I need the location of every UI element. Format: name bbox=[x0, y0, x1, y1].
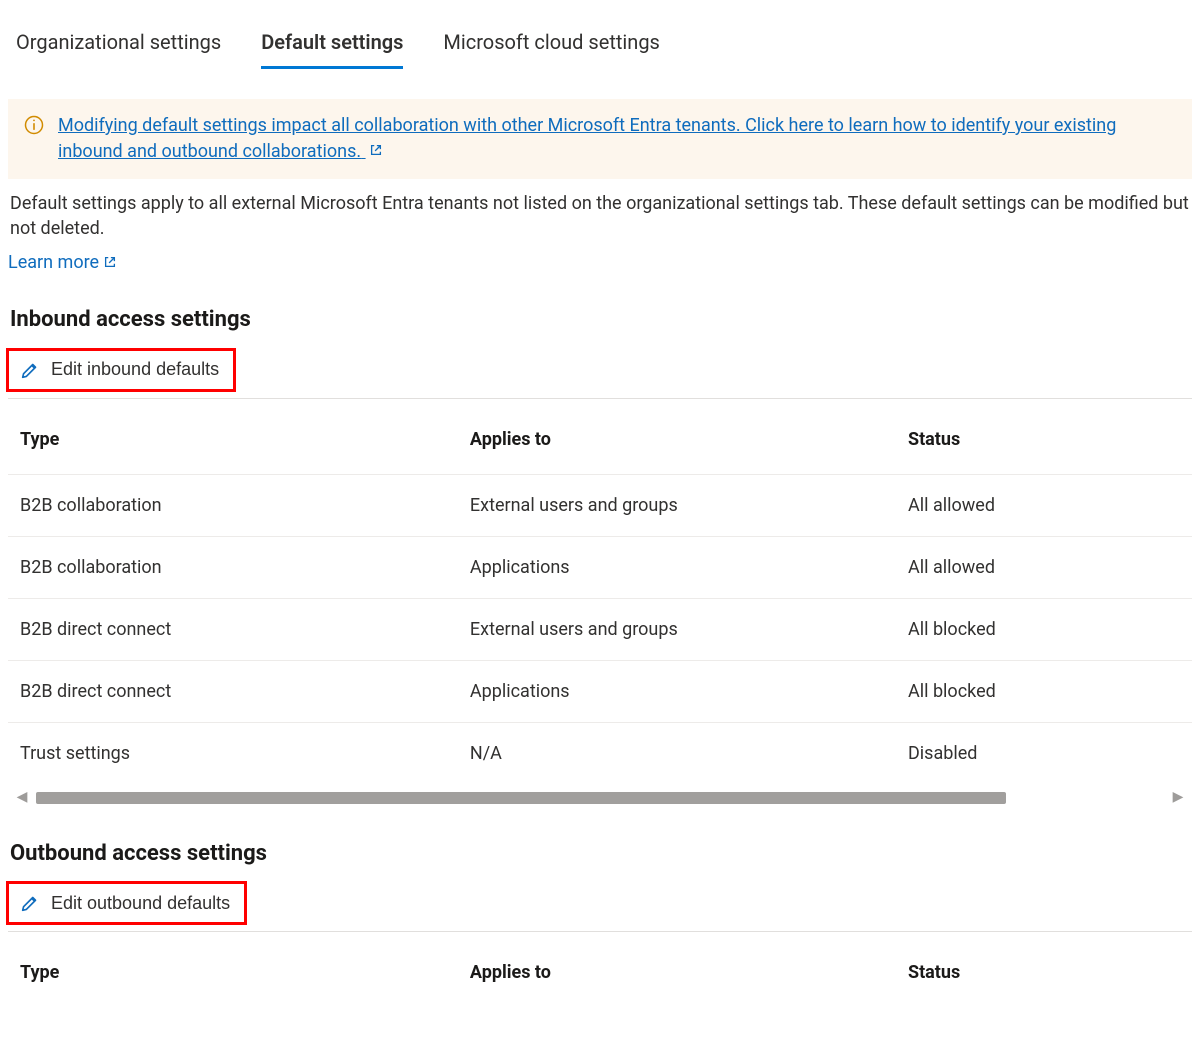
column-header-applies-to[interactable]: Applies to bbox=[458, 938, 896, 1007]
scrollbar-track[interactable] bbox=[36, 792, 1164, 804]
table-row: B2B collaboration Applications All allow… bbox=[8, 536, 1192, 598]
tab-organizational-settings[interactable]: Organizational settings bbox=[16, 24, 221, 69]
edit-inbound-defaults-button[interactable]: Edit inbound defaults bbox=[6, 348, 236, 392]
horizontal-scrollbar[interactable]: ◀ ▶ bbox=[14, 787, 1186, 809]
table-row: B2B direct connect Applications All bloc… bbox=[8, 661, 1192, 723]
cell-status: All blocked bbox=[896, 599, 1192, 661]
edit-outbound-defaults-label: Edit outbound defaults bbox=[51, 893, 230, 914]
scrollbar-thumb[interactable] bbox=[36, 792, 1006, 804]
learn-more-text: Learn more bbox=[8, 250, 99, 275]
cell-type: B2B direct connect bbox=[8, 661, 458, 723]
cell-status: Disabled bbox=[896, 723, 1192, 785]
default-settings-description: Default settings apply to all external M… bbox=[8, 191, 1192, 241]
info-icon bbox=[24, 115, 44, 135]
cell-status: All allowed bbox=[896, 474, 1192, 536]
cell-type: B2B direct connect bbox=[8, 599, 458, 661]
cell-status: All allowed bbox=[896, 536, 1192, 598]
cell-applies-to: Applications bbox=[458, 661, 896, 723]
outbound-table: Type Applies to Status bbox=[8, 938, 1192, 1007]
table-row: Trust settings N/A Disabled bbox=[8, 723, 1192, 785]
cell-applies-to: Applications bbox=[458, 536, 896, 598]
column-header-applies-to[interactable]: Applies to bbox=[458, 405, 896, 475]
tab-default-settings[interactable]: Default settings bbox=[261, 24, 403, 69]
table-header-row: Type Applies to Status bbox=[8, 405, 1192, 475]
cell-applies-to: N/A bbox=[458, 723, 896, 785]
outbound-heading: Outbound access settings bbox=[8, 839, 1192, 870]
edit-outbound-defaults-button[interactable]: Edit outbound defaults bbox=[6, 881, 247, 925]
cell-status: All blocked bbox=[896, 661, 1192, 723]
scroll-left-arrow-icon[interactable]: ◀ bbox=[14, 788, 30, 808]
scroll-right-arrow-icon[interactable]: ▶ bbox=[1170, 788, 1186, 808]
table-row: B2B direct connect External users and gr… bbox=[8, 599, 1192, 661]
external-link-icon bbox=[103, 255, 117, 269]
column-header-status[interactable]: Status bbox=[896, 938, 1192, 1007]
inbound-table: Type Applies to Status B2B collaboration… bbox=[8, 405, 1192, 785]
cell-type: Trust settings bbox=[8, 723, 458, 785]
cell-applies-to: External users and groups bbox=[458, 599, 896, 661]
learn-more-link[interactable]: Learn more bbox=[8, 250, 117, 275]
column-header-type[interactable]: Type bbox=[8, 938, 458, 1007]
cell-type: B2B collaboration bbox=[8, 474, 458, 536]
divider bbox=[8, 398, 1192, 399]
cell-type: B2B collaboration bbox=[8, 536, 458, 598]
table-row: B2B collaboration External users and gro… bbox=[8, 474, 1192, 536]
column-header-status[interactable]: Status bbox=[896, 405, 1192, 475]
pencil-icon bbox=[19, 892, 41, 914]
table-header-row: Type Applies to Status bbox=[8, 938, 1192, 1007]
tab-microsoft-cloud-settings[interactable]: Microsoft cloud settings bbox=[443, 24, 659, 69]
external-link-icon bbox=[369, 143, 383, 157]
edit-inbound-defaults-label: Edit inbound defaults bbox=[51, 359, 219, 380]
info-banner-link[interactable]: Modifying default settings impact all co… bbox=[58, 113, 1176, 165]
column-header-type[interactable]: Type bbox=[8, 405, 458, 475]
pencil-icon bbox=[19, 359, 41, 381]
tab-row: Organizational settings Default settings… bbox=[8, 24, 1192, 75]
info-banner: Modifying default settings impact all co… bbox=[8, 99, 1192, 179]
cell-applies-to: External users and groups bbox=[458, 474, 896, 536]
divider bbox=[8, 931, 1192, 932]
info-banner-text: Modifying default settings impact all co… bbox=[58, 115, 1116, 162]
inbound-heading: Inbound access settings bbox=[8, 305, 1192, 336]
